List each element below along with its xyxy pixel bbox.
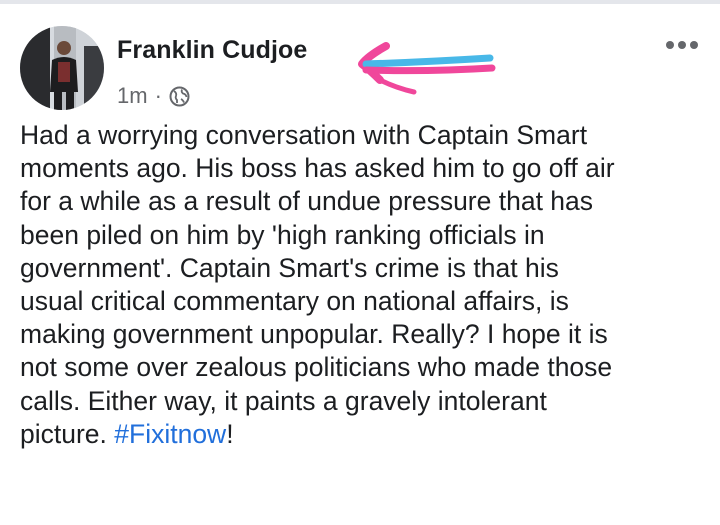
post-meta: 1m · [117, 82, 190, 110]
hashtag-link[interactable]: #Fixitnow [114, 419, 226, 449]
more-options-icon [666, 41, 698, 49]
post-timestamp[interactable]: 1m [117, 83, 148, 109]
post-text-line: been piled on him by 'high ranking offic… [20, 219, 545, 250]
post-text-line: not some over zealous politicians who ma… [20, 352, 613, 383]
post-text-fragment: picture. [20, 418, 115, 449]
top-divider [0, 0, 720, 4]
post-text-line: making government unpopular. Really? I h… [20, 319, 608, 350]
post-text-line: government'. Captain Smart's crime is th… [20, 252, 559, 283]
more-options-button[interactable] [658, 32, 706, 58]
globe-icon[interactable] [169, 86, 190, 107]
facebook-post: Franklin Cudjoe 1m · Had a worrying conv… [0, 0, 720, 525]
meta-separator: · [154, 83, 162, 108]
post-text-fragment: ! [226, 418, 234, 449]
post-text-last-line: picture. #Fixitnow! [20, 418, 712, 451]
post-text-line: calls. Either way, it paints a gravely i… [20, 385, 547, 416]
post-text-line: Had a worrying conversation with Captain… [20, 120, 588, 150]
hand-drawn-arrow [358, 42, 496, 95]
post-text-line: moments ago. His boss has asked him to g… [20, 153, 615, 184]
avatar[interactable] [20, 26, 104, 110]
post-text-line: for a while as a result of undue pressur… [20, 186, 594, 217]
author-name[interactable]: Franklin Cudjoe [117, 36, 307, 65]
post-text: Had a worrying conversation with Captain… [20, 119, 712, 451]
avatar-photo [20, 26, 104, 110]
post-text-line: usual critical commentary on national af… [20, 286, 569, 317]
